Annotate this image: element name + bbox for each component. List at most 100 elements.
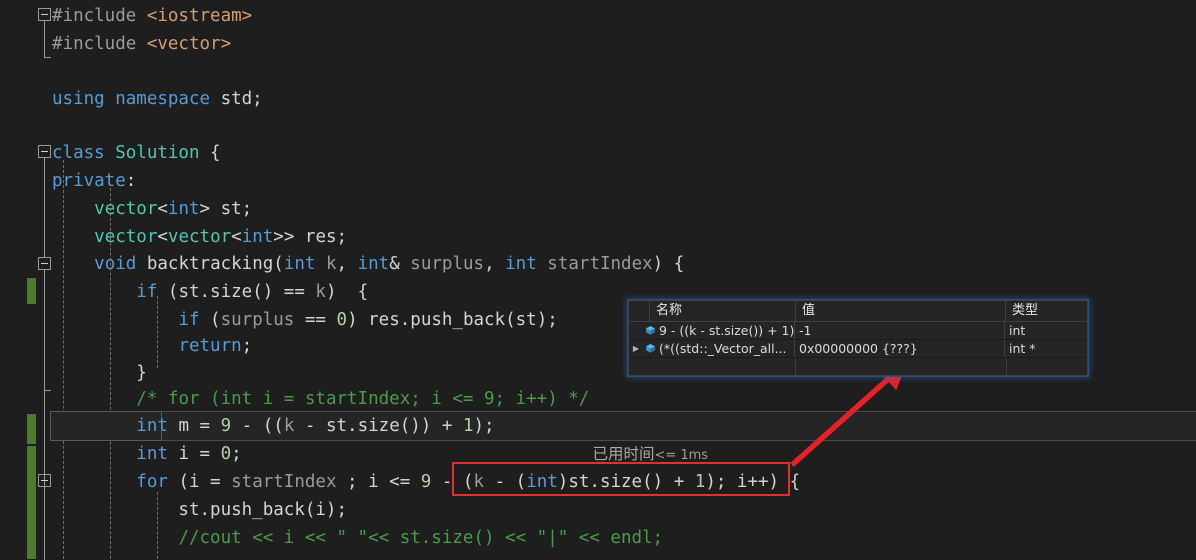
code-token: k xyxy=(325,254,337,274)
code-line[interactable]: if (st.size() == k) { xyxy=(52,278,368,306)
datatip-cell-value[interactable]: -1 xyxy=(795,322,1005,339)
code-token: 1 xyxy=(462,416,474,436)
code-token: st.push_back(i); xyxy=(52,500,348,520)
code-token: if xyxy=(136,282,158,302)
code-token: int xyxy=(241,227,274,247)
datatip-column-header-value[interactable]: 值 xyxy=(796,301,1006,321)
code-token: k xyxy=(283,416,295,436)
code-token: int xyxy=(136,416,168,436)
code-token: startIndex xyxy=(547,254,653,274)
elapsed-time-label: 已用时间 xyxy=(592,445,655,463)
datatip-row-container[interactable]: 9 - ((k - st.size()) + 1) -1 int ▶ (*((std::… xyxy=(629,322,1087,358)
code-line[interactable]: /* for (int i = startIndex; i <= 9; i++)… xyxy=(52,385,589,413)
code-token: std; xyxy=(220,89,263,109)
code-line[interactable]: #include <iostream> xyxy=(52,2,252,30)
code-token: for xyxy=(136,472,168,492)
code-token: } xyxy=(52,363,147,383)
red-highlight-box xyxy=(452,462,790,496)
datatip-cell-name[interactable]: ▶ (*((std::_Vector_all... xyxy=(629,340,795,357)
code-line[interactable]: using namespace std; xyxy=(52,85,263,113)
code-token: & xyxy=(389,254,411,274)
datatip-row[interactable]: ▶ (*((std::_Vector_all... 0x00000000 {???}… xyxy=(629,340,1087,358)
fold-region-line xyxy=(44,21,45,57)
code-line[interactable]: private: xyxy=(52,167,136,195)
code-token: 9 xyxy=(420,472,432,492)
code-token: Solution xyxy=(115,143,200,163)
code-token: int xyxy=(505,254,537,274)
code-token: < xyxy=(231,227,242,247)
code-token: 9 xyxy=(220,416,232,436)
datatip-header-row: 名称 值 类型 xyxy=(629,301,1087,322)
fold-toggle-backtracking[interactable] xyxy=(38,257,51,270)
code-line[interactable]: void backtracking(int k, int& surplus, i… xyxy=(52,250,684,278)
code-token: return xyxy=(178,336,242,356)
code-token: ) res.push_back(st); xyxy=(347,310,558,330)
code-token: vector xyxy=(94,199,158,219)
change-bar-modified xyxy=(27,414,36,444)
code-token: res; xyxy=(304,227,348,247)
code-line[interactable]: int i = 0; xyxy=(52,440,242,468)
datatip-cell-name[interactable]: 9 - ((k - st.size()) + 1) xyxy=(629,322,795,339)
code-token: , xyxy=(484,254,506,274)
code-token: 0 xyxy=(336,310,348,330)
code-token: surplus xyxy=(220,310,295,330)
code-line[interactable]: //cout << i << " "<< st.size() << "|" <<… xyxy=(52,524,663,552)
change-bar-modified xyxy=(27,278,36,304)
fold-toggle-for-loop[interactable] xyxy=(38,474,51,487)
code-token: private xyxy=(52,171,126,191)
datatip-column-header-name[interactable]: 名称 xyxy=(650,301,796,321)
expand-chevron-icon[interactable]: ▶ xyxy=(629,344,643,353)
code-line[interactable]: vector<vector<int>> res; xyxy=(52,223,347,251)
code-token: ); xyxy=(473,416,495,436)
code-line[interactable]: class Solution { xyxy=(52,139,221,167)
code-token: < xyxy=(157,227,168,247)
code-line[interactable]: } xyxy=(52,359,147,387)
code-token: vector xyxy=(167,227,232,247)
fold-toggle-class-solution[interactable] xyxy=(38,145,51,158)
code-token: : xyxy=(125,171,137,191)
change-bar-modified xyxy=(27,446,36,559)
code-token: (st.size() == xyxy=(157,282,316,302)
variable-cube-icon xyxy=(643,325,657,336)
code-token: ; i <= xyxy=(336,472,421,492)
fold-region-line xyxy=(44,270,45,560)
datatip-empty-row xyxy=(629,358,1087,375)
code-token: i = xyxy=(167,444,221,464)
code-token: < xyxy=(157,199,168,219)
code-token: class xyxy=(52,143,116,163)
code-token: using namespace xyxy=(52,89,221,109)
code-line[interactable]: int m = 9 - ((k - st.size()) + 1); xyxy=(52,412,495,440)
code-token: ; xyxy=(231,444,242,464)
elapsed-time-adornment: 已用时间<= 1ms xyxy=(574,412,708,463)
datatip-value-text: 0x00000000 {???} xyxy=(799,341,918,356)
code-line[interactable]: vector<int> st; xyxy=(52,195,252,223)
variable-cube-icon xyxy=(643,343,657,354)
debugger-datatip[interactable]: 名称 值 类型 9 - ((k - st.size()) + 1) -1 int ▶ (… xyxy=(628,300,1088,376)
code-line[interactable]: if (surplus == 0) res.push_back(st); xyxy=(52,306,558,334)
fold-toggle-include-block[interactable] xyxy=(38,8,51,21)
code-token: - st.size()) + xyxy=(294,416,463,436)
code-line[interactable]: return; xyxy=(52,332,252,360)
code-editor[interactable]: #include <iostream> #include <vector> usin… xyxy=(0,0,1196,560)
code-token: vector xyxy=(94,227,158,247)
datatip-value-text: -1 xyxy=(799,323,812,338)
datatip-cell-value[interactable]: 0x00000000 {???} xyxy=(795,340,1005,357)
datatip-row[interactable]: 9 - ((k - st.size()) + 1) -1 int xyxy=(629,322,1087,340)
code-token: surplus xyxy=(410,254,485,274)
code-token: int xyxy=(283,254,316,274)
code-token: { xyxy=(199,143,221,163)
code-line[interactable]: st.push_back(i); xyxy=(52,496,347,524)
code-token: #include xyxy=(52,34,147,54)
code-token: <vector> xyxy=(146,34,232,54)
code-line[interactable]: #include <vector> xyxy=(52,30,231,58)
code-token: int xyxy=(136,444,168,464)
datatip-grip-column xyxy=(629,301,650,321)
datatip-column-header-type[interactable]: 类型 xyxy=(1006,301,1087,321)
